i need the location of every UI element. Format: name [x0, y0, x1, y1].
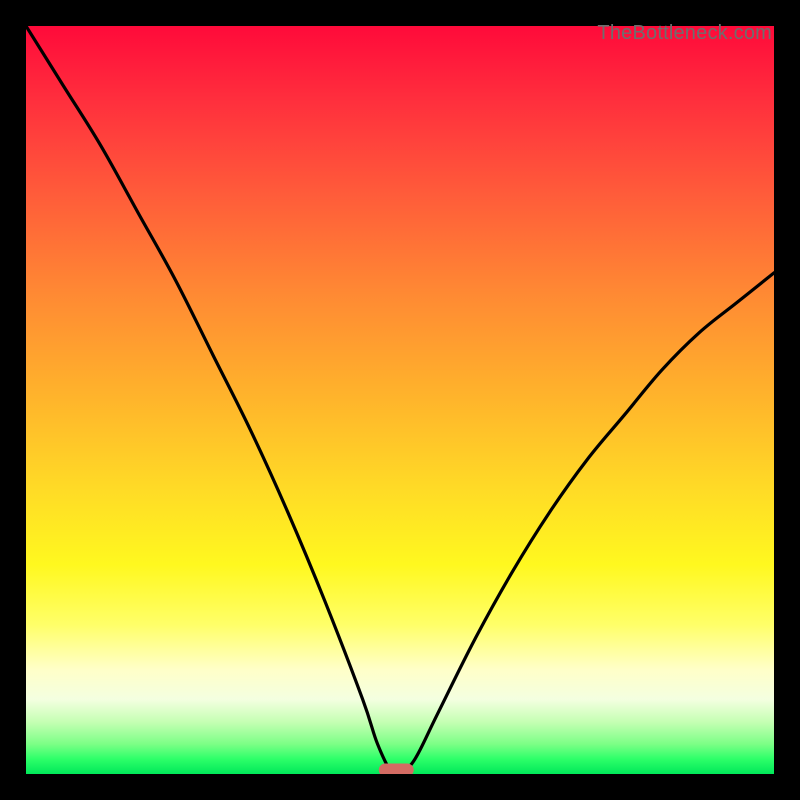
watermark-text: TheBottleneck.com: [597, 22, 772, 45]
chart-stage: TheBottleneck.com: [0, 0, 800, 800]
curve-path: [26, 26, 774, 774]
plot-area: [26, 26, 774, 774]
minimum-marker: [379, 764, 413, 774]
bottleneck-curve: [26, 26, 774, 774]
